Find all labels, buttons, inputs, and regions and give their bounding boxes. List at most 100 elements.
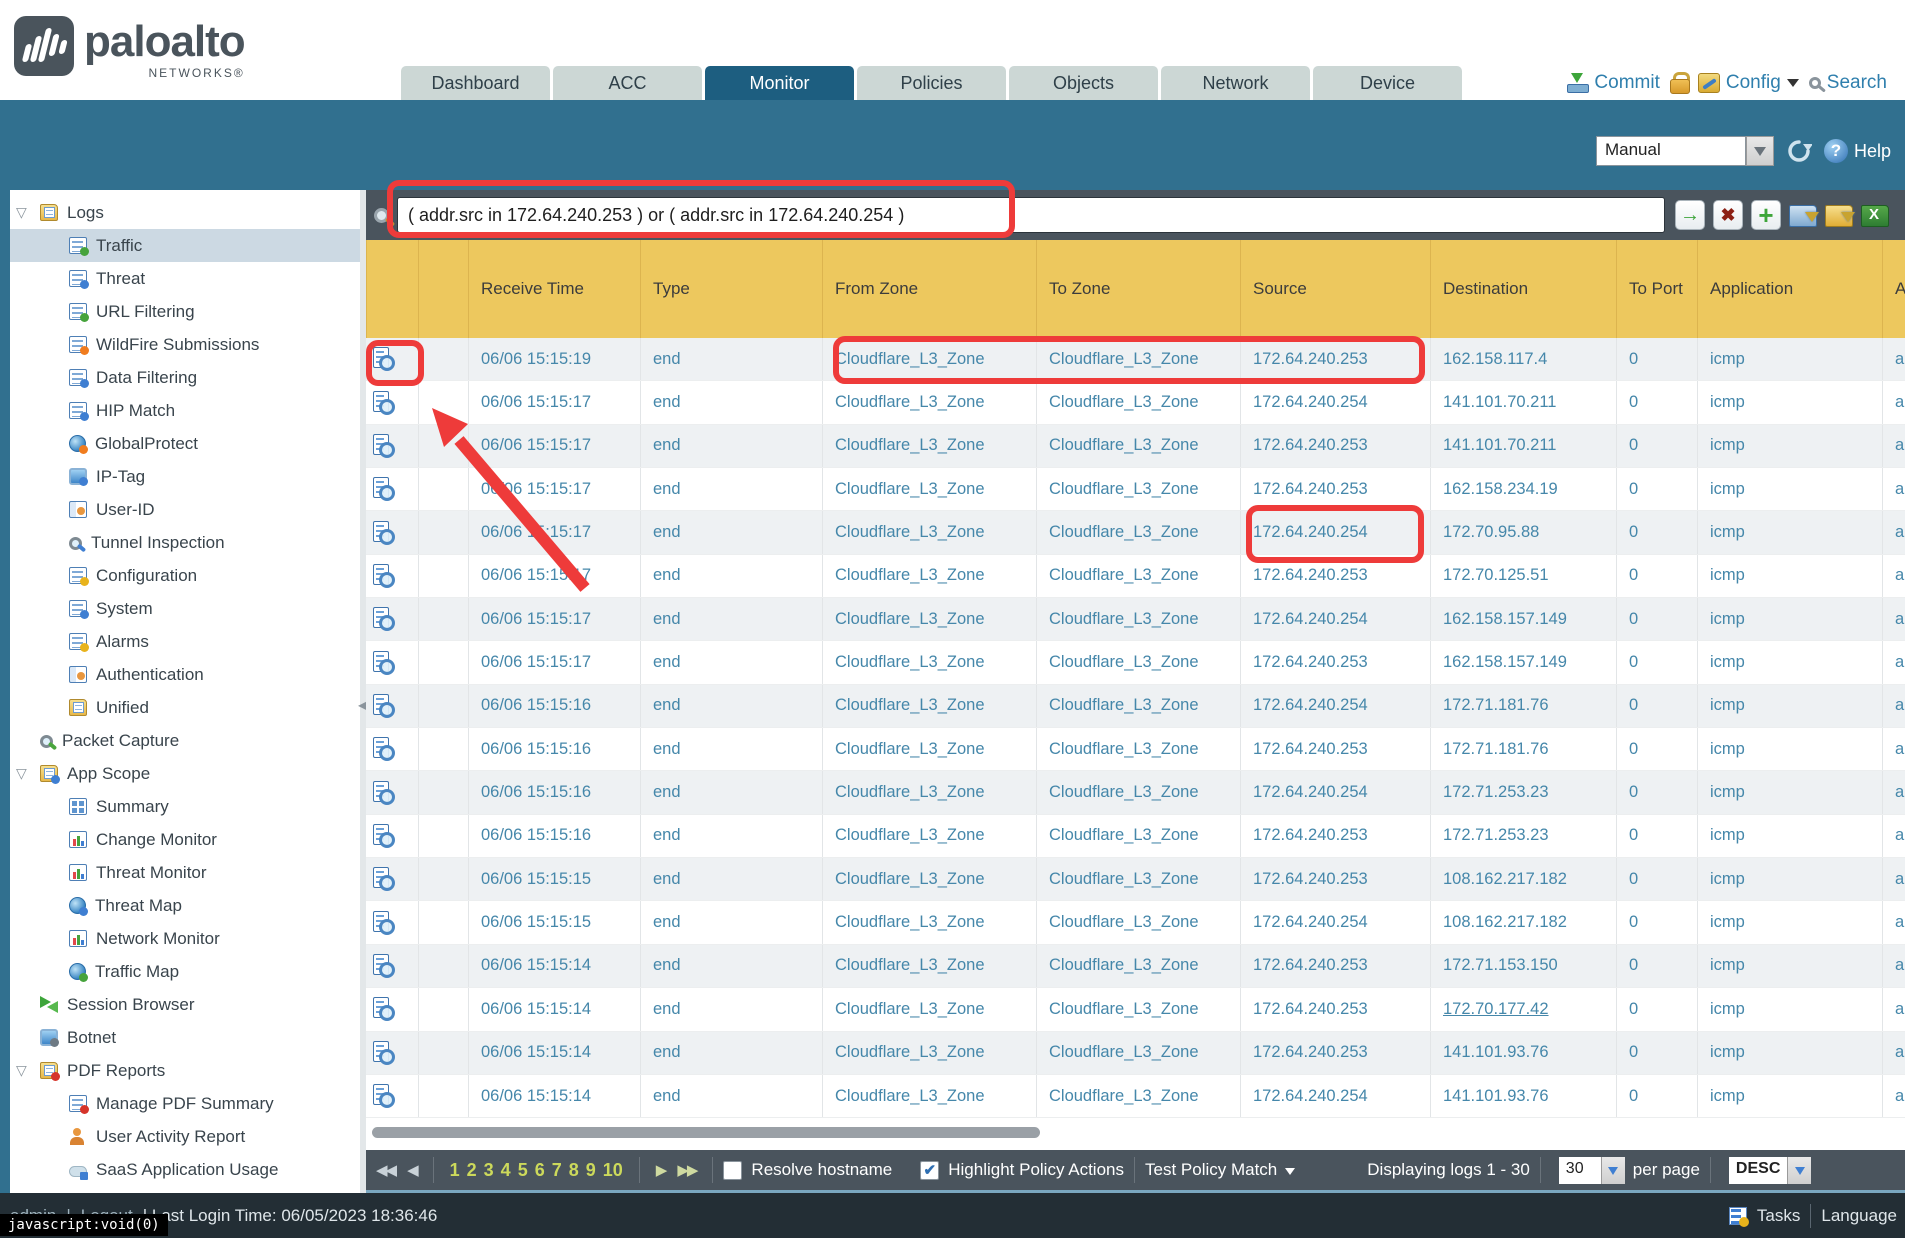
log-detail-magnifier-icon[interactable] (373, 347, 395, 371)
sidebar-item[interactable]: User-ID (0, 493, 360, 526)
table-row[interactable]: 06/06 15:15:14 end Cloudflare_L3_Zone Cl… (366, 988, 1905, 1031)
sidebar-item[interactable]: Alarms (0, 625, 360, 658)
table-row[interactable]: 06/06 15:15:15 end Cloudflare_L3_Zone Cl… (366, 901, 1905, 944)
nav-tab[interactable]: Network (1161, 66, 1310, 100)
sidebar-item[interactable]: Packet Capture (0, 724, 360, 757)
highlight-policy-actions-option[interactable]: ✔ Highlight Policy Actions (920, 1160, 1124, 1180)
clear-filter-button[interactable]: ✖ (1713, 200, 1743, 230)
sidebar-item[interactable]: ▽ PDF Reports (0, 1054, 360, 1087)
log-detail-magnifier-icon[interactable] (373, 824, 395, 848)
sidebar-item[interactable]: Tunnel Inspection (0, 526, 360, 559)
destination-link[interactable]: 141.101.70.211 (1443, 393, 1556, 412)
sidebar-item[interactable]: Network Monitor (0, 922, 360, 955)
table-row[interactable]: 06/06 15:15:17 end Cloudflare_L3_Zone Cl… (366, 381, 1905, 424)
destination-link[interactable]: 141.101.93.76 (1443, 1043, 1549, 1062)
sidebar-item[interactable]: User Activity Report (0, 1120, 360, 1153)
refresh-mode-select[interactable]: Manual (1596, 136, 1774, 166)
log-detail-magnifier-icon[interactable] (373, 867, 395, 891)
expand-triangle-icon[interactable]: ▽ (16, 204, 40, 221)
destination-link[interactable]: 172.71.253.23 (1443, 826, 1549, 845)
per-page-dropdown-button[interactable] (1601, 1157, 1625, 1184)
column-header[interactable] (366, 240, 418, 338)
destination-cell[interactable]: 172.71.153.150 (1430, 945, 1616, 987)
nav-tab[interactable]: Device (1313, 66, 1462, 100)
page-number-link[interactable]: 10 (603, 1160, 623, 1181)
page-number-link[interactable]: 1 (450, 1160, 460, 1181)
table-row[interactable]: 06/06 15:15:17 end Cloudflare_L3_Zone Cl… (366, 598, 1905, 641)
destination-cell[interactable]: 141.101.93.76 (1430, 1075, 1616, 1117)
destination-cell[interactable]: 172.70.95.88 (1430, 511, 1616, 553)
sidebar-item[interactable]: Threat Monitor (0, 856, 360, 889)
column-header[interactable]: Action (1882, 240, 1905, 338)
sidebar-item[interactable]: WildFire Submissions (0, 328, 360, 361)
nav-tab[interactable]: ACC (553, 66, 702, 100)
apply-filter-button[interactable]: → (1675, 200, 1705, 230)
destination-cell[interactable]: 162.158.157.149 (1430, 598, 1616, 640)
refresh-icon[interactable] (1786, 138, 1812, 164)
sidebar-item[interactable]: Manage PDF Summary (0, 1087, 360, 1120)
per-page-select[interactable]: 30 (1559, 1157, 1625, 1184)
destination-link[interactable]: 172.71.153.150 (1443, 956, 1558, 975)
destination-link[interactable]: 141.101.93.76 (1443, 1087, 1549, 1106)
log-detail-magnifier-icon[interactable] (373, 1084, 395, 1108)
destination-cell[interactable]: 172.70.125.51 (1430, 555, 1616, 597)
destination-link[interactable]: 162.158.234.19 (1443, 480, 1558, 499)
sidebar-item[interactable]: URL Filtering (0, 295, 360, 328)
add-filter-button[interactable]: + (1751, 200, 1781, 230)
sidebar-item[interactable]: ▽ App Scope (0, 757, 360, 790)
save-filter-icon[interactable] (1789, 203, 1817, 227)
last-page-button[interactable]: ▶▶ (677, 1161, 696, 1179)
table-row[interactable]: 06/06 15:15:15 end Cloudflare_L3_Zone Cl… (366, 858, 1905, 901)
sidebar-item[interactable]: GlobalProtect (0, 427, 360, 460)
export-csv-icon[interactable] (1861, 203, 1889, 227)
prev-page-button[interactable]: ◀ (407, 1161, 417, 1179)
test-policy-match-dropdown[interactable]: Test Policy Match (1145, 1160, 1295, 1180)
page-number-link[interactable]: 3 (484, 1160, 494, 1181)
column-header[interactable]: Destination (1430, 240, 1616, 338)
destination-link[interactable]: 172.70.125.51 (1443, 566, 1549, 585)
highlight-policy-actions-checkbox[interactable]: ✔ (920, 1161, 939, 1180)
log-detail-magnifier-icon[interactable] (373, 694, 395, 718)
table-row[interactable]: 06/06 15:15:14 end Cloudflare_L3_Zone Cl… (366, 1032, 1905, 1075)
sidebar-item[interactable]: Data Filtering (0, 361, 360, 394)
column-header[interactable]: Receive Time (468, 240, 640, 338)
log-detail-magnifier-icon[interactable] (373, 651, 395, 675)
sidebar-item[interactable]: HIP Match (0, 394, 360, 427)
table-row[interactable]: 06/06 15:15:17 end Cloudflare_L3_Zone Cl… (366, 555, 1905, 598)
column-header[interactable]: To Port (1616, 240, 1697, 338)
sidebar-item[interactable]: Summary (0, 790, 360, 823)
destination-cell[interactable]: 172.71.253.23 (1430, 771, 1616, 813)
destination-cell[interactable]: 162.158.234.19 (1430, 468, 1616, 510)
commit-button[interactable]: Commit (1566, 72, 1659, 94)
destination-cell[interactable]: 162.158.157.149 (1430, 641, 1616, 683)
table-row[interactable]: 06/06 15:15:14 end Cloudflare_L3_Zone Cl… (366, 1075, 1905, 1118)
table-row[interactable]: 06/06 15:15:17 end Cloudflare_L3_Zone Cl… (366, 425, 1905, 468)
page-number-link[interactable]: 8 (569, 1160, 579, 1181)
sidebar-item[interactable]: IP-Tag (0, 460, 360, 493)
page-number-link[interactable]: 5 (518, 1160, 528, 1181)
sidebar-item[interactable]: Traffic Map (0, 955, 360, 988)
resolve-hostname-option[interactable]: Resolve hostname (723, 1160, 892, 1180)
sidebar-item[interactable]: System (0, 592, 360, 625)
destination-cell[interactable]: 141.101.70.211 (1430, 381, 1616, 423)
log-detail-magnifier-icon[interactable] (373, 391, 395, 415)
destination-cell[interactable]: 141.101.93.76 (1430, 1032, 1616, 1074)
lock-icon[interactable] (1670, 72, 1688, 94)
table-row[interactable]: 06/06 15:15:17 end Cloudflare_L3_Zone Cl… (366, 511, 1905, 554)
tasks-button[interactable]: Tasks (1757, 1206, 1800, 1226)
table-row[interactable]: 06/06 15:15:16 end Cloudflare_L3_Zone Cl… (366, 685, 1905, 728)
destination-cell[interactable]: 172.70.177.42 (1430, 988, 1616, 1030)
column-header[interactable]: Type (640, 240, 822, 338)
sidebar-item[interactable]: Session Browser (0, 988, 360, 1021)
column-header[interactable]: To Zone (1036, 240, 1240, 338)
nav-tab[interactable]: Dashboard (401, 66, 550, 100)
sidebar-item[interactable]: Change Monitor (0, 823, 360, 856)
sidebar-item[interactable]: ▽ Logs (0, 196, 360, 229)
log-detail-magnifier-icon[interactable] (373, 781, 395, 805)
destination-link[interactable]: 172.71.253.23 (1443, 783, 1549, 802)
sidebar-item[interactable]: Authentication (0, 658, 360, 691)
log-detail-magnifier-icon[interactable] (373, 997, 395, 1021)
log-detail-magnifier-icon[interactable] (373, 737, 395, 761)
sidebar-item[interactable]: Traffic (0, 229, 360, 262)
sidebar-item[interactable]: Configuration (0, 559, 360, 592)
